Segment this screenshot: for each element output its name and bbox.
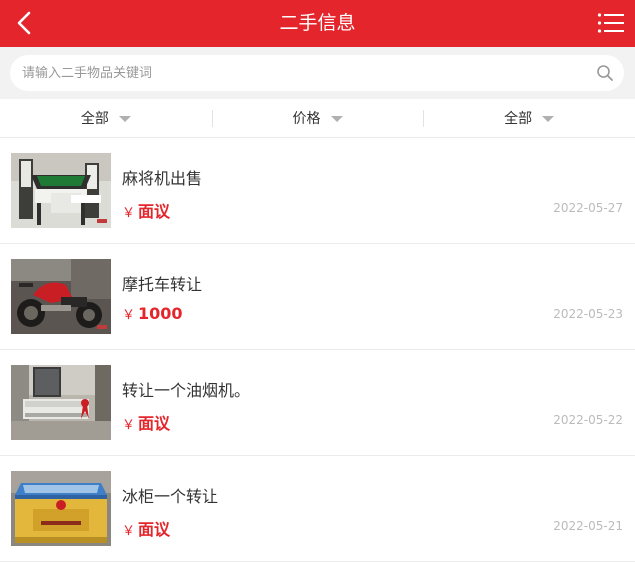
price-value: 1000 — [138, 304, 183, 323]
listing-title[interactable]: 摩托车转让 — [122, 271, 202, 295]
listing-item[interactable]: 麻将机出售 ￥ 面议 2022-05-27 — [0, 138, 635, 244]
filter-bar: 全部 价格 全部 — [0, 99, 635, 138]
listing-date: 2022-05-22 — [553, 413, 623, 427]
filter-region[interactable]: 全部 — [423, 99, 635, 137]
caret-down-icon — [542, 115, 555, 122]
filter-category[interactable]: 全部 — [0, 99, 212, 137]
search-bar — [0, 47, 635, 99]
listing-price: ￥ 面议 — [122, 410, 170, 434]
page-title: 二手信息 — [279, 12, 356, 34]
filter-price[interactable]: 价格 — [211, 99, 424, 137]
listing-list: 麻将机出售 ￥ 面议 2022-05-27 摩托车转让 ￥ 1000 2022-05… — [0, 138, 635, 562]
app-header: 二手信息 — [0, 0, 635, 47]
listing-item[interactable]: 摩托车转让 ￥ 1000 2022-05-23 — [0, 244, 635, 350]
price-value: 面议 — [138, 414, 171, 433]
search-box — [10, 55, 624, 91]
currency-symbol: ￥ — [122, 308, 136, 323]
filter-label: 价格 — [292, 111, 321, 127]
listing-item[interactable]: 转让一个油烟机。 ￥ 面议 2022-05-22 — [0, 350, 635, 456]
listing-title[interactable]: 冰柜一个转让 — [122, 483, 218, 507]
currency-symbol: ￥ — [122, 524, 136, 539]
listing-date: 2022-05-23 — [553, 307, 623, 321]
mahjong-table-photo[interactable] — [11, 153, 111, 228]
menu-button[interactable] — [597, 10, 625, 36]
filter-label: 全部 — [504, 111, 533, 127]
currency-symbol: ￥ — [122, 206, 136, 221]
caret-down-icon — [118, 115, 131, 122]
listing-title[interactable]: 麻将机出售 — [122, 165, 202, 189]
range-hood-photo[interactable] — [11, 365, 111, 440]
listing-item[interactable]: 冰柜一个转让 ￥ 面议 2022-05-21 — [0, 456, 635, 562]
search-icon[interactable] — [596, 64, 614, 82]
list-menu-icon — [597, 13, 624, 33]
listing-date: 2022-05-21 — [553, 519, 623, 533]
price-value: 面议 — [138, 520, 171, 539]
caret-down-icon — [330, 115, 343, 122]
search-input[interactable] — [22, 55, 582, 91]
listing-price: ￥ 1000 — [122, 304, 183, 323]
listing-price: ￥ 面议 — [122, 198, 170, 222]
listing-price: ￥ 面议 — [122, 516, 170, 540]
currency-symbol: ￥ — [122, 418, 136, 433]
filter-label: 全部 — [80, 111, 109, 127]
price-value: 面议 — [138, 202, 171, 221]
motorcycle-photo[interactable] — [11, 259, 111, 334]
freezer-photo[interactable] — [11, 471, 111, 546]
listing-date: 2022-05-27 — [553, 201, 623, 215]
listing-title[interactable]: 转让一个油烟机。 — [122, 377, 250, 401]
